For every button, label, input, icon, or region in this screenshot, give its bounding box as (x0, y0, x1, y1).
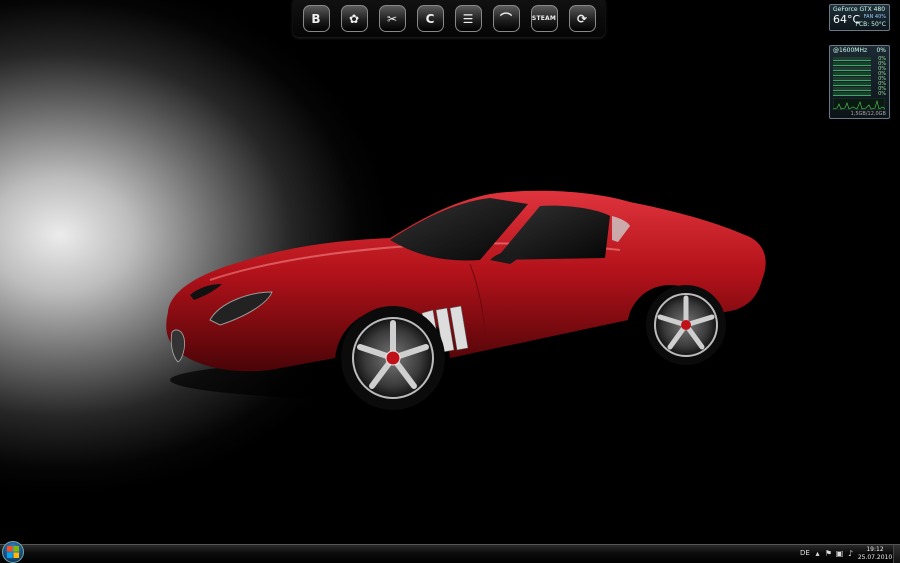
gpu-name: GeForce GTX 480 (833, 6, 886, 13)
gpu-monitor-gadget[interactable]: GeForce GTX 480 64°C FAN 40% PCB: 50°C (829, 4, 890, 31)
gpu-fan-speed: FAN 40% (863, 14, 886, 20)
memory-usage: 1,5GB/12,0GB (850, 111, 886, 117)
system-icon[interactable]: ⟳ (568, 5, 596, 32)
cpu-header: @1600MHz 0% (833, 47, 886, 55)
cpu-monitor-gadget[interactable]: @1600MHz 0% 0% 0% 0% 0% 0% 0% 0% 0% 1,5G… (829, 45, 890, 119)
taskbar: DE ▴ ⚑ ▣ ♪ 19:12 25.07.2010 (0, 541, 900, 563)
windows-logo-icon (7, 546, 19, 558)
network-icon[interactable]: ▣ (835, 549, 844, 558)
steam-label: STEAM (531, 15, 557, 22)
mushroom-icon[interactable]: ✿ (340, 5, 368, 32)
steam-icon[interactable]: STEAM (530, 5, 558, 32)
cpu-history-graph (833, 98, 885, 110)
language-indicator[interactable]: DE (800, 549, 810, 557)
gpu-pcb-temperature: PCB: 50°C (855, 21, 886, 28)
steelseries-icon[interactable]: B (302, 5, 330, 32)
library-icon[interactable]: ☰ (454, 5, 482, 32)
volume-icon[interactable]: ♪ (846, 549, 855, 558)
clock-date: 25.07.2010 (857, 554, 893, 561)
desktop: B ✿ ✂ C ☰ ⌒ STEAM ⟳ GeForce GTX 480 64°C… (0, 0, 900, 544)
cpu-clock: @1600MHz (833, 47, 868, 54)
app-dock: B ✿ ✂ C ☰ ⌒ STEAM ⟳ (293, 0, 605, 37)
show-hidden-icons-icon[interactable]: ▴ (813, 549, 822, 558)
avira-icon[interactable]: ⌒ (492, 5, 520, 32)
clock-time: 19:12 (866, 546, 884, 553)
ccleaner-icon[interactable]: C (416, 5, 444, 32)
wallpaper-car-image (166, 190, 770, 410)
taskbar-clock[interactable]: 19:12 25.07.2010 (857, 546, 893, 562)
action-center-flag-icon[interactable]: ⚑ (824, 549, 833, 558)
start-button[interactable] (2, 541, 24, 563)
show-desktop-button[interactable] (893, 545, 900, 563)
cpu-core-row: 0% (833, 91, 886, 97)
tools-icon[interactable]: ✂ (378, 5, 406, 32)
cpu-total-usage: 0% (876, 47, 886, 54)
